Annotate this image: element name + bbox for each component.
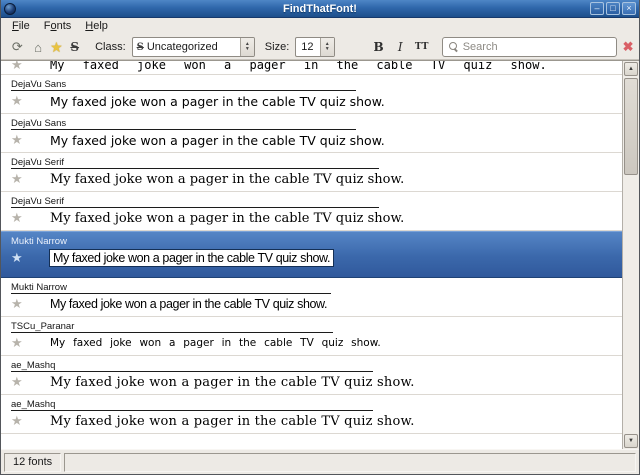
- sample-text: My faxed joke won a pager in the cable T…: [50, 374, 415, 390]
- statusbar-spacer: [64, 452, 636, 472]
- font-row[interactable]: Mukti Narrow ★ My faxed joke won a pager i…: [1, 231, 622, 278]
- favorite-star-icon[interactable]: ★: [11, 413, 27, 429]
- font-row[interactable]: DejaVu Serif ★ My faxed joke won a pager i…: [1, 153, 622, 192]
- favorites-star-icon[interactable]: ★: [48, 37, 64, 58]
- app-window: FindThatFont! – □ × File Fonts Help ⟳ ⌂ ★ …: [0, 0, 640, 475]
- favorite-star-icon[interactable]: ★: [11, 210, 27, 226]
- favorite-star-icon[interactable]: ★: [11, 171, 27, 187]
- sample-text: My faxed joke won a pager in the cable T…: [50, 93, 385, 109]
- chevron-down-icon: ▼: [244, 46, 250, 52]
- favorite-star-icon[interactable]: ★: [11, 374, 27, 390]
- maximize-button[interactable]: □: [606, 2, 620, 15]
- class-combobox[interactable]: S Uncategorized ▲ ▼: [131, 37, 255, 57]
- sample-text: My faxed joke won a pager in the cable T…: [50, 210, 405, 226]
- refresh-icon[interactable]: ⟳: [7, 37, 28, 58]
- font-name: DejaVu Serif: [11, 196, 64, 207]
- class-label: Class:: [95, 41, 126, 53]
- class-combobox-icon: S: [136, 41, 144, 53]
- font-row[interactable]: TSCu_Paranar ★ My faxed joke won a pager i…: [1, 317, 622, 356]
- favorite-star-icon[interactable]: ★: [11, 335, 27, 351]
- menu-help[interactable]: Help: [78, 19, 115, 34]
- italic-toggle-button[interactable]: I: [389, 37, 411, 58]
- font-name-underline: [11, 207, 379, 208]
- clear-search-icon[interactable]: ✖: [621, 39, 635, 55]
- font-list-rows: ★ My faxed joke won a pager in the cable …: [1, 61, 622, 449]
- font-name-underline: [11, 168, 379, 169]
- scrollbar-thumb[interactable]: [624, 78, 638, 175]
- favorite-star-icon[interactable]: ★: [11, 93, 27, 109]
- scroll-down-button[interactable]: ▼: [624, 434, 638, 448]
- font-name-underline: [11, 129, 356, 130]
- size-spinner[interactable]: 12 ▲ ▼: [295, 37, 335, 57]
- font-row[interactable]: DejaVu Sans ★ My faxed joke won a pager in…: [1, 114, 622, 153]
- home-icon[interactable]: ⌂: [28, 37, 49, 58]
- font-list: ★ My faxed joke won a pager in the cable …: [1, 60, 639, 449]
- favorite-star-icon[interactable]: ★: [11, 132, 27, 148]
- favorite-star-icon[interactable]: ★: [11, 61, 27, 73]
- font-name: ae_Mashq: [11, 360, 56, 371]
- sample-text: My faxed joke won a pager in the cable T…: [50, 337, 381, 349]
- minimize-button[interactable]: –: [590, 2, 604, 15]
- size-spinner-arrows[interactable]: ▲ ▼: [319, 38, 334, 56]
- search-input[interactable]: [462, 41, 613, 53]
- search-icon: [448, 41, 458, 51]
- bold-toggle-button[interactable]: B: [368, 37, 390, 58]
- sample-text: My faxed joke won a pager in the cable T…: [50, 297, 328, 311]
- menu-fonts[interactable]: Fonts: [37, 19, 79, 34]
- font-row[interactable]: Mukti Narrow ★ My faxed joke won a pager i…: [1, 278, 622, 317]
- smallcaps-toggle-button[interactable]: TT: [411, 37, 433, 58]
- spinner-down-icon: ▼: [324, 46, 330, 52]
- vertical-scrollbar[interactable]: ▲ ▼: [622, 61, 639, 449]
- font-row[interactable]: ★ My faxed joke won a pager in the cable …: [1, 61, 622, 75]
- menu-file[interactable]: File: [5, 19, 37, 34]
- font-name-underline: [11, 371, 373, 372]
- titlebar: FindThatFont! – □ ×: [1, 0, 639, 18]
- statusbar: 12 fonts: [1, 449, 639, 474]
- size-label: Size:: [264, 41, 290, 53]
- font-count-status: 12 fonts: [4, 452, 62, 472]
- selected-sample-text[interactable]: My faxed joke won a pager in the cable T…: [49, 249, 335, 267]
- font-name-underline: [11, 410, 373, 411]
- font-name-underline: [11, 293, 331, 294]
- sample-text: My faxed joke won a pager in the cable T…: [50, 171, 405, 187]
- font-row[interactable]: ae_Mashq ★ My faxed joke won a pager in th…: [1, 356, 622, 395]
- font-row[interactable]: DejaVu Serif ★ My faxed joke won a pager i…: [1, 192, 622, 231]
- search-box[interactable]: [441, 37, 618, 57]
- font-name: ae_Mashq: [11, 399, 56, 410]
- close-button[interactable]: ×: [622, 2, 636, 15]
- font-name: TSCu_Paranar: [11, 321, 75, 332]
- favorite-star-icon[interactable]: ★: [11, 250, 27, 266]
- font-name: DejaVu Sans: [11, 118, 67, 129]
- font-row[interactable]: ae_Mashq ★ My faxed joke won a pager in th…: [1, 395, 622, 434]
- window-title: FindThatFont!: [283, 2, 357, 15]
- sample-text: My faxed joke won a pager in the cable T…: [50, 413, 415, 429]
- font-name: DejaVu Sans: [11, 79, 67, 90]
- sample-text: My faxed joke won a pager in the cable T…: [50, 61, 547, 72]
- font-row[interactable]: DejaVu Sans ★ My faxed joke won a pager in…: [1, 75, 622, 114]
- font-name: Mukti Narrow: [11, 282, 67, 293]
- font-name: Mukti Narrow: [11, 236, 67, 247]
- favorite-star-icon[interactable]: ★: [11, 296, 27, 312]
- size-value: 12: [301, 41, 314, 53]
- class-combobox-arrows[interactable]: ▲ ▼: [239, 38, 254, 56]
- font-name: DejaVu Serif: [11, 157, 64, 168]
- class-icon[interactable]: S: [64, 37, 85, 58]
- font-name-underline: [11, 90, 356, 91]
- menubar: File Fonts Help: [1, 18, 639, 35]
- toolbar: ⟳ ⌂ ★ S Class: S Uncategorized ▲ ▼ Size:…: [1, 35, 639, 60]
- sample-text: My faxed joke won a pager in the cable T…: [50, 132, 385, 148]
- scroll-up-button[interactable]: ▲: [624, 62, 638, 76]
- font-name-underline: [11, 332, 333, 333]
- class-combobox-value: Uncategorized: [146, 41, 218, 53]
